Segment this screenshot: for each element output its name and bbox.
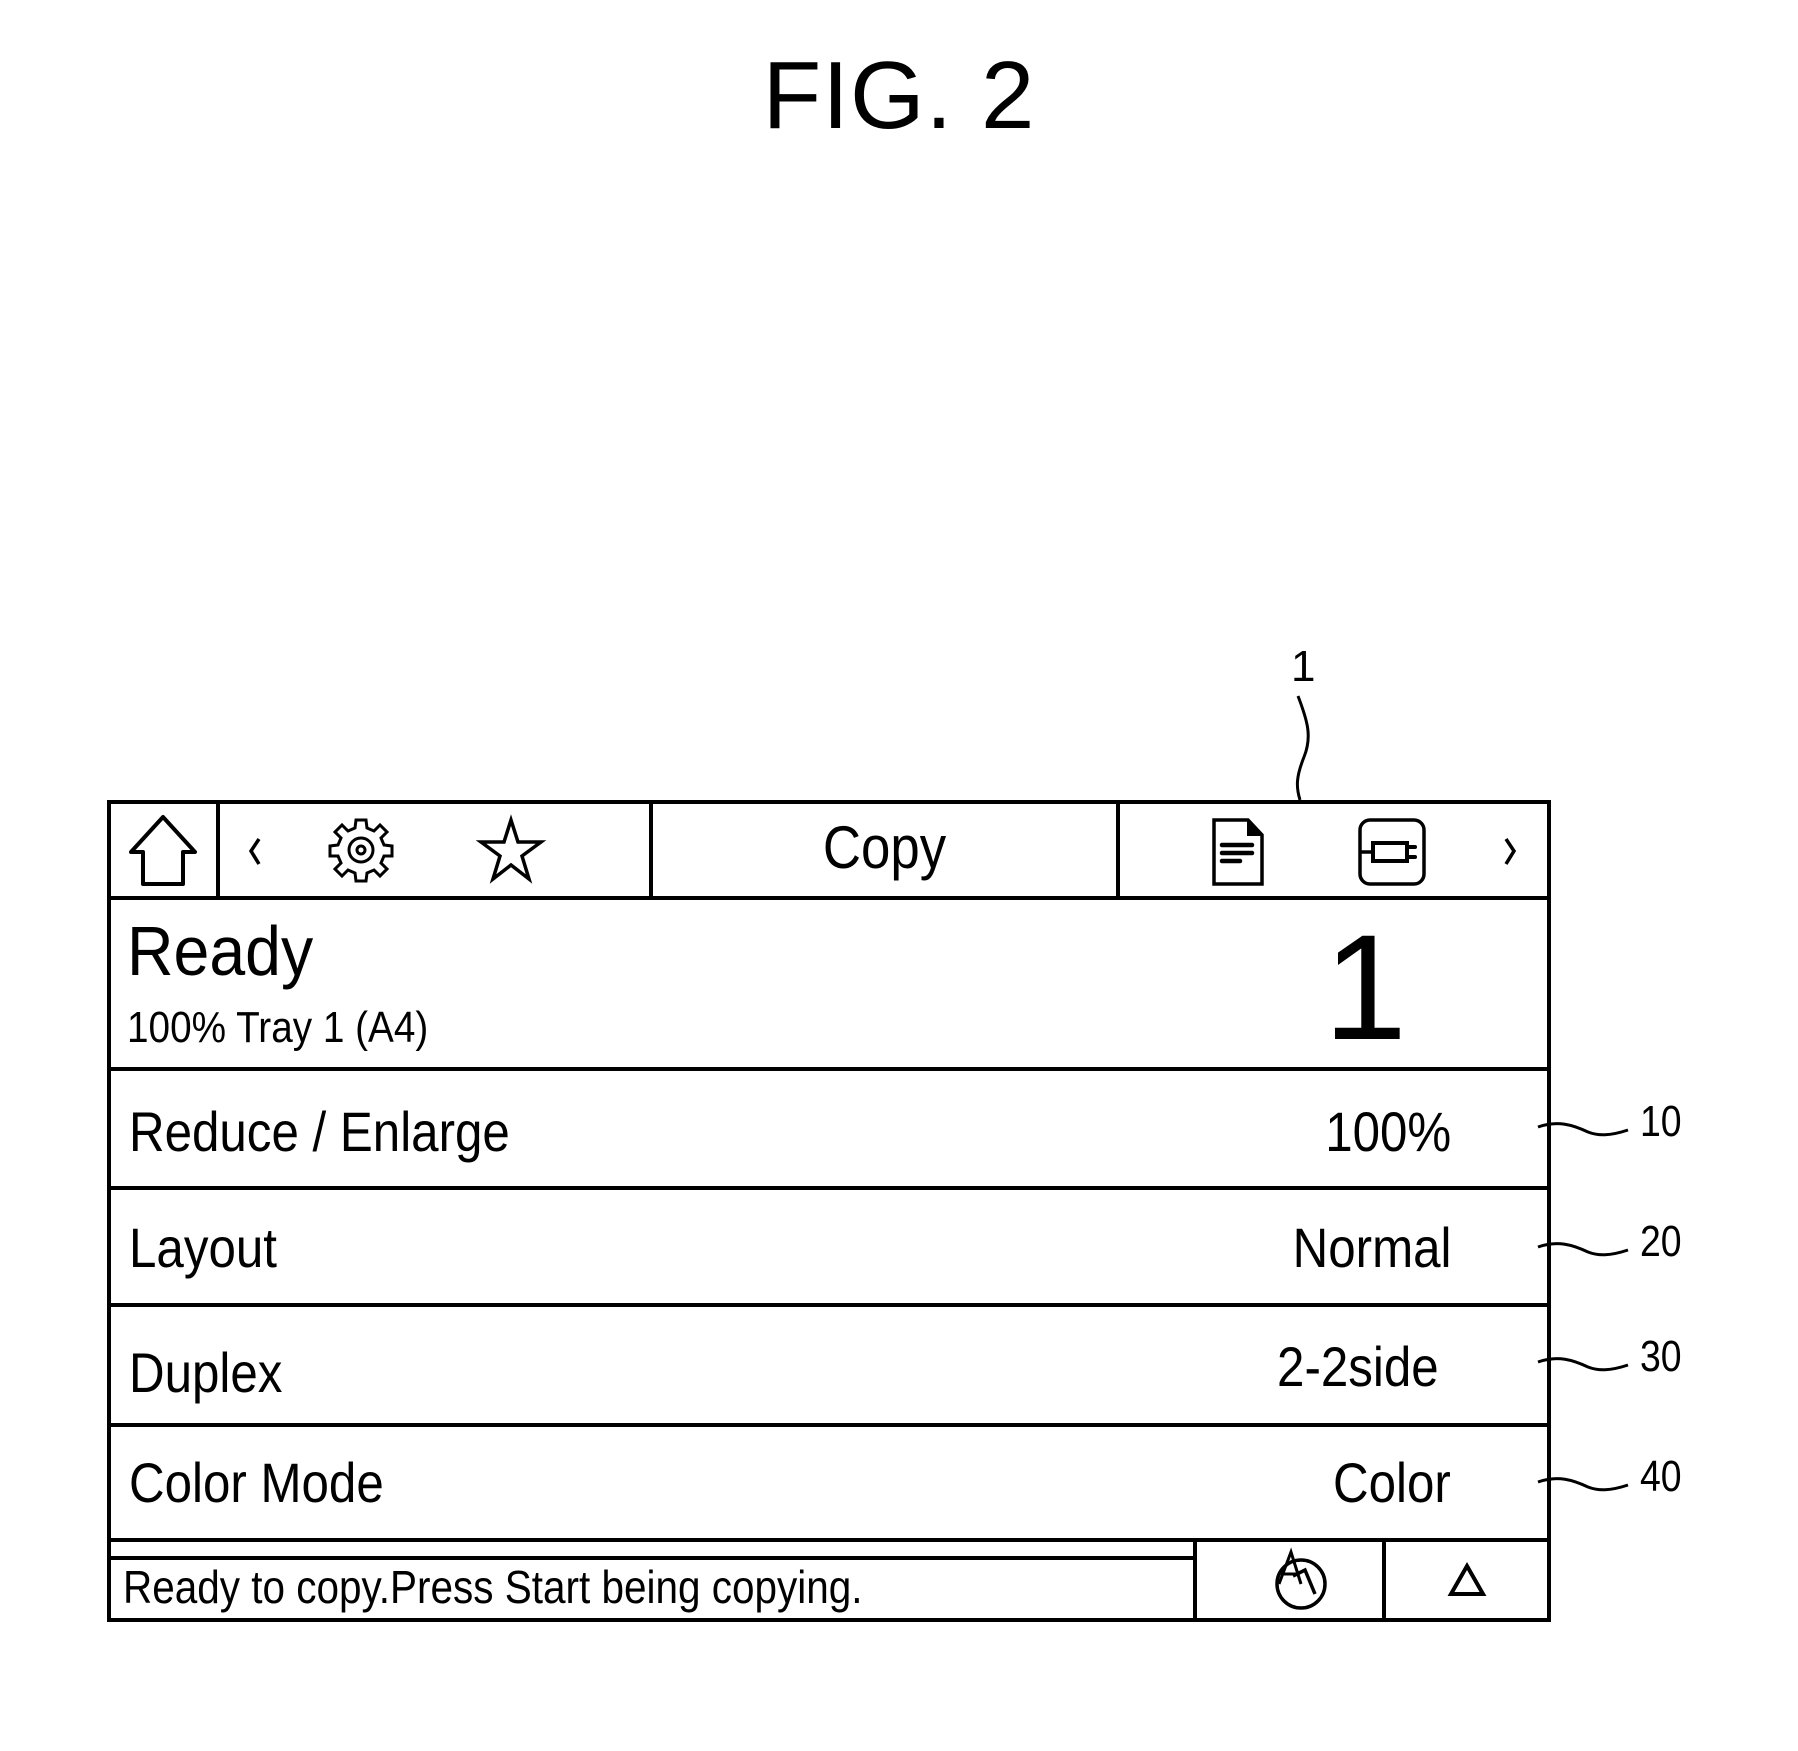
chevron-right-icon[interactable]	[1495, 804, 1525, 896]
document-icon[interactable]	[1210, 816, 1270, 888]
leader-line-40	[1537, 1477, 1629, 1492]
status-bar: Ready to copy.Press Start being copying.	[111, 1542, 1547, 1618]
setting-label: Reduce / Enlarge	[129, 1100, 510, 1163]
star-icon[interactable]	[475, 814, 547, 886]
callout-leaders	[1537, 1122, 1629, 1492]
setting-label: Duplex	[129, 1341, 283, 1404]
status-strip	[111, 1542, 1193, 1560]
copy-screen-panel: Copy Ready 100% Tray 1 (A4) 1 Reduce / E…	[107, 800, 1551, 1622]
leader-line-main	[1295, 695, 1310, 801]
home-button[interactable]	[111, 804, 216, 896]
setting-value: 2-2side	[1277, 1335, 1439, 1398]
setting-label: Color Mode	[129, 1451, 384, 1514]
reference-numeral-20: 20	[1640, 1217, 1682, 1266]
setting-row-color-mode[interactable]: Color Mode Color	[111, 1427, 1547, 1542]
leader-line-30	[1537, 1357, 1629, 1372]
toolbar-left-group	[220, 804, 649, 896]
setting-value: 100%	[1324, 1100, 1451, 1163]
machine-state: Ready	[127, 912, 314, 990]
job-details: 100% Tray 1 (A4)	[127, 1003, 429, 1052]
gear-icon[interactable]	[325, 814, 397, 886]
setting-label: Layout	[129, 1216, 277, 1279]
top-toolbar: Copy	[111, 804, 1547, 900]
leader-line-10	[1537, 1122, 1629, 1137]
reset-icon	[1275, 1547, 1327, 1610]
setting-value: Color	[1333, 1451, 1451, 1514]
expand-button[interactable]	[1386, 1542, 1547, 1618]
mode-title-cell: Copy	[653, 804, 1116, 896]
triangle-up-icon	[1447, 1561, 1487, 1596]
reset-button[interactable]	[1197, 1542, 1382, 1618]
home-icon	[129, 815, 197, 886]
setting-row-layout[interactable]: Layout Normal	[111, 1190, 1547, 1307]
connector-icon[interactable]	[1355, 816, 1431, 888]
setting-row-reduce-enlarge[interactable]: Reduce / Enlarge 100%	[111, 1071, 1547, 1190]
copy-count[interactable]: 1	[1324, 912, 1407, 1062]
chevron-left-icon[interactable]	[240, 804, 270, 896]
job-status-section: Ready 100% Tray 1 (A4) 1	[111, 900, 1547, 1071]
mode-title: Copy	[822, 814, 947, 881]
reference-numeral-main: 1	[1291, 642, 1316, 691]
status-message: Ready to copy.Press Start being copying.	[123, 1561, 863, 1613]
reference-numeral-30: 30	[1640, 1332, 1682, 1381]
toolbar-right-group	[1120, 804, 1547, 896]
leader-line-20	[1537, 1242, 1629, 1257]
setting-value: Normal	[1292, 1216, 1451, 1279]
reference-numeral-40: 40	[1640, 1452, 1682, 1501]
reference-numeral-10: 10	[1640, 1097, 1682, 1146]
setting-row-duplex[interactable]: Duplex 2-2side	[111, 1307, 1547, 1427]
figure-title: FIG. 2	[762, 42, 1036, 149]
